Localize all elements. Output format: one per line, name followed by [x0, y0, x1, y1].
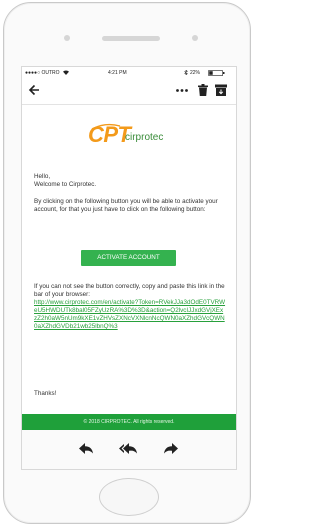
- activate-account-button[interactable]: ACTIVATE ACCOUNT: [81, 250, 176, 266]
- status-time: 4:21 PM: [108, 70, 127, 76]
- email-footer: © 2018 CIRPROTEC. All rights reserved.: [22, 414, 236, 430]
- archive-icon[interactable]: [215, 84, 227, 96]
- carrier-label: ●●●●○ OUTRO: [25, 70, 60, 76]
- trash-icon[interactable]: [198, 84, 208, 96]
- camera-dot: [64, 35, 70, 41]
- welcome-text: Welcome to Cirprotec.: [34, 181, 97, 188]
- back-arrow-icon[interactable]: [28, 84, 40, 96]
- forward-icon[interactable]: [164, 443, 178, 454]
- message-actions-bar: [22, 430, 236, 469]
- status-bar: ●●●●○ OUTRO 4:21 PM 22%: [22, 67, 236, 78]
- greeting-text: Hello,: [34, 173, 51, 180]
- logo-name: cirprotec: [125, 132, 164, 143]
- reply-all-icon[interactable]: [119, 443, 137, 454]
- earpiece-speaker: [102, 36, 160, 41]
- battery-icon: [208, 70, 225, 76]
- cirprotec-logo: CPT cirprotec: [88, 122, 178, 152]
- battery-percent: 22%: [190, 70, 201, 76]
- email-body: CPT cirprotec Hello, Welcome to Cirprote…: [22, 105, 236, 415]
- screen: ●●●●○ OUTRO 4:21 PM 22% CPT cirprotec He…: [21, 66, 237, 470]
- wifi-icon: [63, 70, 69, 75]
- bluetooth-icon: [184, 70, 188, 75]
- thanks-text: Thanks!: [34, 390, 57, 397]
- instruction-text: By clicking on the following button you …: [34, 198, 218, 214]
- home-button[interactable]: [99, 478, 159, 516]
- more-icon[interactable]: [176, 89, 188, 92]
- sensor-dot: [192, 35, 198, 41]
- toolbar: [22, 78, 236, 105]
- activation-link[interactable]: http://www.cirprotec.com/en/activate?Tok…: [34, 299, 226, 331]
- reply-icon[interactable]: [79, 443, 93, 454]
- fallback-text: If you can not see the button correctly,…: [34, 283, 225, 299]
